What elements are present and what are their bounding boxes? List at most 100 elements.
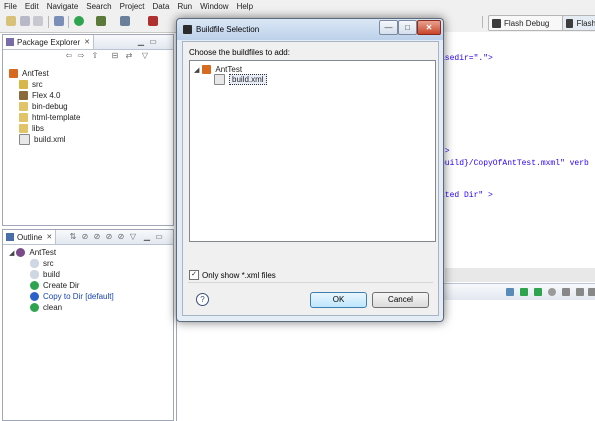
sort-icon[interactable]: ⇅	[69, 233, 77, 241]
tab-package-explorer[interactable]: Package Explorer ✕	[3, 35, 95, 49]
xml-file-icon	[214, 74, 225, 85]
hide-fields-icon[interactable]: ⊘	[81, 233, 89, 241]
folder-icon	[19, 102, 28, 111]
default-target-icon	[30, 292, 39, 301]
view-menu-icon[interactable]: ▽	[141, 52, 149, 60]
minimize-icon[interactable]: ▁	[137, 38, 145, 46]
package-explorer-icon	[6, 38, 14, 46]
filter-icon[interactable]: ⊘	[117, 233, 125, 241]
minimize-button[interactable]: —	[379, 20, 398, 35]
xml-file-icon	[19, 134, 30, 145]
print-icon[interactable]	[54, 16, 64, 26]
perspective-flash-debug[interactable]: Flash Debug	[488, 15, 564, 31]
outline-item-create-dir[interactable]: Create Dir	[30, 280, 79, 291]
perspective-flash[interactable]: Flash	[562, 15, 595, 31]
view-toolbar: ⇦ ⇨ ⇧ ⊟ ⇄ ▽	[65, 52, 165, 62]
forward-icon[interactable]: ⇨	[77, 52, 85, 60]
flash-icon	[566, 18, 574, 28]
code-line: ated Dir" >	[440, 191, 493, 200]
source-folder-icon	[19, 80, 28, 89]
up-icon[interactable]: ⇧	[91, 52, 99, 60]
remove-all-icon[interactable]	[576, 288, 584, 296]
buildfile-tree[interactable]: ◢ AntTest build.xml	[189, 60, 436, 242]
tree-project-anttest[interactable]: AntTest	[9, 68, 49, 79]
link-editor-icon[interactable]: ⇄	[125, 52, 133, 60]
checkbox-checked-icon[interactable]: ✓	[189, 270, 199, 280]
collapse-arrow-icon[interactable]: ◢	[194, 66, 199, 74]
view-menu-icon[interactable]: ▽	[129, 233, 137, 241]
ok-button[interactable]: OK	[310, 292, 367, 308]
close-button[interactable]: ✕	[417, 20, 441, 35]
tree-node-build-xml[interactable]: build.xml	[214, 74, 267, 85]
profile-icon[interactable]	[120, 16, 130, 26]
maximize-icon[interactable]: ▭	[155, 233, 163, 241]
view-menu-icon[interactable]	[588, 288, 595, 296]
maximize-button[interactable]: □	[398, 20, 417, 35]
tree-item-libs[interactable]: libs	[19, 123, 44, 134]
outline-view: Outline ✕ ⇅ ⊘ ⊘ ⊘ ⊘ ▽ ▁ ▭ ◢ AntTest src …	[2, 229, 174, 421]
menu-bar: File Edit Navigate Search Project Data R…	[0, 0, 595, 13]
collapse-all-icon[interactable]: ⊟	[111, 52, 119, 60]
tree-item-build-xml[interactable]: build.xml	[19, 134, 66, 145]
folder-icon	[19, 124, 28, 133]
external-tools-icon[interactable]	[148, 16, 158, 26]
run-ant-icon[interactable]	[520, 288, 528, 296]
back-icon[interactable]: ⇦	[65, 52, 73, 60]
menu-window[interactable]: Window	[196, 2, 232, 11]
remove-icon[interactable]	[562, 288, 570, 296]
flash-debug-icon	[492, 18, 501, 28]
console-toolbar	[444, 283, 595, 300]
menu-file[interactable]: File	[0, 2, 21, 11]
outline-item-copy-to-dir[interactable]: Copy to Dir [default]	[30, 291, 114, 302]
menu-edit[interactable]: Edit	[21, 2, 43, 11]
outline-root[interactable]: ◢ AntTest	[9, 247, 56, 258]
separator	[188, 282, 433, 283]
code-line: asedir=".">	[440, 54, 493, 63]
cancel-button[interactable]: Cancel	[372, 292, 429, 308]
package-explorer-view: Package Explorer ✕ ▁ ▭ ⇦ ⇨ ⇧ ⊟ ⇄ ▽ AntTe…	[2, 34, 174, 226]
outline-item-build[interactable]: build	[30, 269, 60, 280]
menu-project[interactable]: Project	[116, 2, 149, 11]
property-icon	[30, 259, 39, 268]
help-button[interactable]: ?	[196, 293, 209, 306]
code-line: build}/CopyOfAntTest.mxml" verb	[440, 159, 589, 168]
close-icon[interactable]: ✕	[46, 233, 52, 241]
outline-item-src[interactable]: src	[30, 258, 54, 269]
horizontal-scrollbar[interactable]	[445, 268, 595, 282]
menu-run[interactable]: Run	[173, 2, 196, 11]
close-icon[interactable]: ✕	[84, 38, 90, 46]
app-icon	[183, 25, 192, 34]
target-icon	[30, 303, 39, 312]
save-all-icon[interactable]	[33, 16, 43, 26]
dialog-titlebar[interactable]: Buildfile Selection — □ ✕	[177, 19, 443, 40]
outline-item-clean[interactable]: clean	[30, 302, 62, 313]
tree-item-html-template[interactable]: html-template	[19, 112, 80, 123]
maximize-icon[interactable]: ▭	[149, 38, 157, 46]
run-target-icon[interactable]	[534, 288, 542, 296]
minimize-icon[interactable]: ▁	[143, 233, 151, 241]
run-icon[interactable]	[74, 16, 84, 26]
tree-item-flex-sdk[interactable]: Flex 4.0	[19, 90, 60, 101]
choose-label: Choose the buildfiles to add:	[189, 48, 290, 57]
menu-help[interactable]: Help	[233, 2, 257, 11]
pin-icon[interactable]	[506, 288, 514, 296]
folder-icon	[19, 113, 28, 122]
collapse-arrow-icon[interactable]: ◢	[9, 249, 14, 257]
menu-navigate[interactable]: Navigate	[43, 2, 83, 11]
hide-nonpublic-icon[interactable]: ⊘	[105, 233, 113, 241]
only-show-xml-checkbox[interactable]: ✓ Only show *.xml files	[189, 270, 276, 280]
hide-static-icon[interactable]: ⊘	[93, 233, 101, 241]
target-icon	[30, 281, 39, 290]
dialog-body: Choose the buildfiles to add: ◢ AntTest …	[182, 41, 439, 316]
save-icon[interactable]	[20, 16, 30, 26]
library-icon	[19, 91, 28, 100]
tab-outline[interactable]: Outline ✕	[3, 230, 57, 244]
menu-search[interactable]: Search	[82, 2, 115, 11]
stop-icon[interactable]	[548, 288, 556, 296]
tree-item-src[interactable]: src	[19, 79, 43, 90]
new-icon[interactable]	[6, 16, 16, 26]
menu-data[interactable]: Data	[149, 2, 174, 11]
debug-icon[interactable]	[96, 16, 106, 26]
tree-item-bin-debug[interactable]: bin-debug	[19, 101, 68, 112]
outline-icon	[6, 233, 14, 241]
